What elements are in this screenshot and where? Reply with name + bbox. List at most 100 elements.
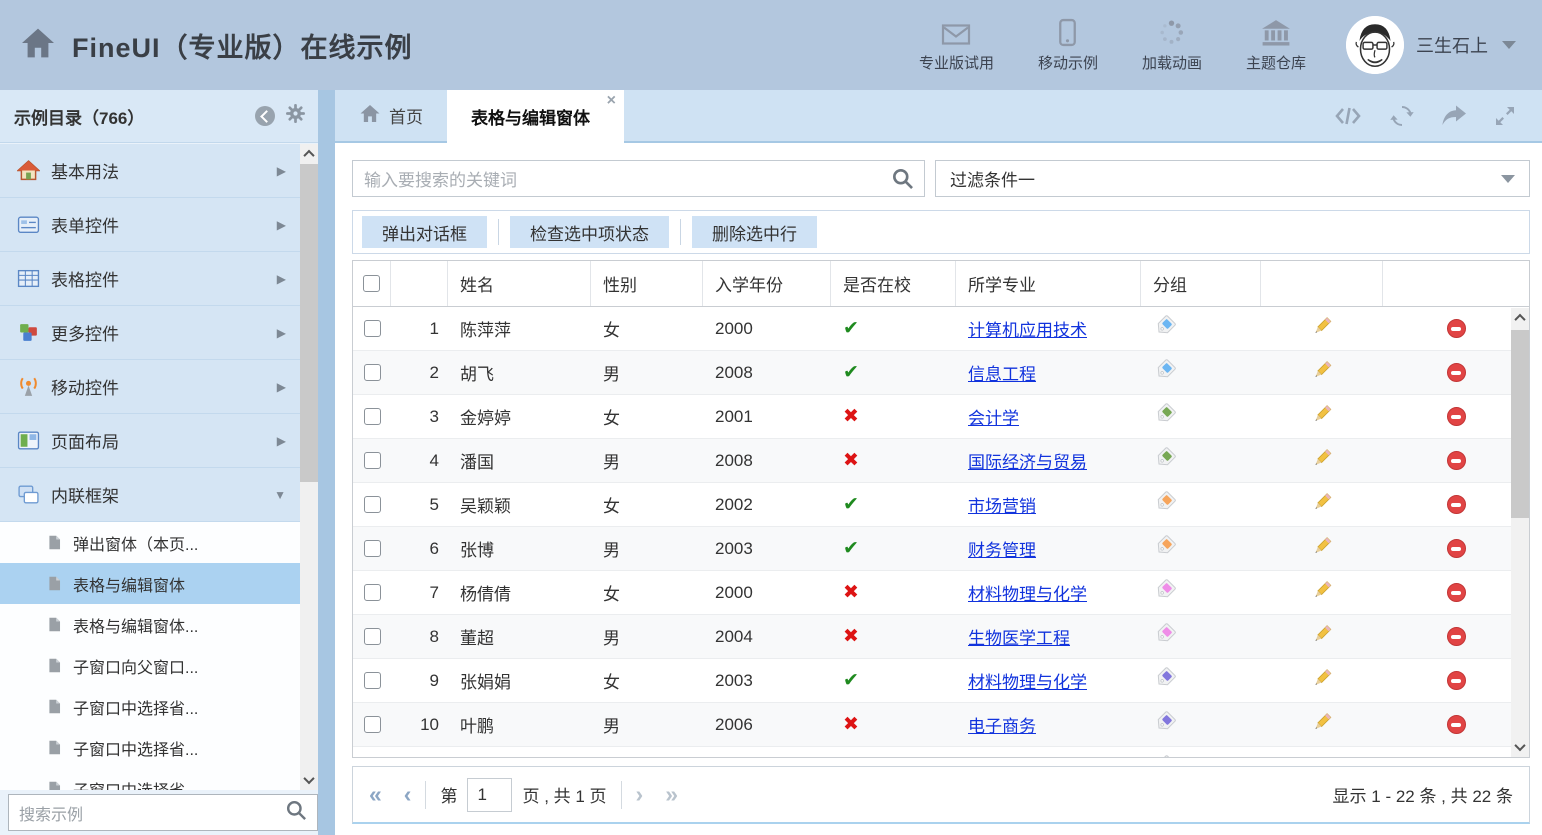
delete-icon[interactable] bbox=[1447, 319, 1466, 338]
tab-table-edit-window[interactable]: 表格与编辑窗体 × bbox=[447, 90, 624, 143]
sidebar-subitem[interactable]: 子窗口中选择省... bbox=[0, 686, 300, 727]
source-code-icon[interactable] bbox=[1334, 106, 1362, 126]
sidebar-subitem[interactable]: 表格与编辑窗体 bbox=[0, 563, 300, 604]
cell-name: 叶鹏 bbox=[448, 703, 591, 746]
sidebar-item[interactable]: 表单控件 ▶ bbox=[0, 198, 300, 252]
sidebar-item[interactable]: 更多控件 ▶ bbox=[0, 306, 300, 360]
major-link[interactable]: 材料物理与化学 bbox=[968, 668, 1087, 693]
keyword-search-input[interactable]: 输入要搜索的关键词 bbox=[352, 160, 925, 197]
file-icon bbox=[46, 616, 64, 634]
sidebar-item[interactable]: 移动控件 ▶ bbox=[0, 360, 300, 414]
share-icon[interactable] bbox=[1442, 105, 1466, 126]
delete-icon[interactable] bbox=[1447, 407, 1466, 426]
major-link[interactable]: 国际经济与贸易 bbox=[968, 448, 1087, 473]
scroll-up-icon[interactable] bbox=[300, 144, 318, 164]
close-tab-icon[interactable]: × bbox=[607, 93, 616, 109]
expand-icon[interactable] bbox=[1494, 105, 1516, 127]
delete-icon[interactable] bbox=[1447, 363, 1466, 382]
sidebar-item[interactable]: 内联框架 ▼ bbox=[0, 468, 300, 522]
row-checkbox[interactable] bbox=[364, 716, 381, 733]
row-checkbox[interactable] bbox=[364, 364, 381, 381]
row-checkbox[interactable] bbox=[364, 408, 381, 425]
toolbar-button-2[interactable]: 检查选中项状态 bbox=[510, 216, 669, 248]
delete-icon[interactable] bbox=[1447, 451, 1466, 470]
sidebar-subitem[interactable]: 弹出窗体（本页... bbox=[0, 522, 300, 563]
search-icon[interactable] bbox=[285, 799, 307, 826]
cell-gender: 男 bbox=[591, 527, 703, 570]
cell-name: 张博 bbox=[448, 527, 591, 570]
edit-icon[interactable] bbox=[1311, 359, 1333, 386]
header-nav-item[interactable]: 移动示例 bbox=[1038, 17, 1098, 73]
sidebar-scrollbar[interactable] bbox=[300, 144, 318, 790]
row-checkbox[interactable] bbox=[364, 672, 381, 689]
edit-icon[interactable] bbox=[1311, 711, 1333, 738]
app-home-icon[interactable] bbox=[20, 27, 56, 64]
edit-icon[interactable] bbox=[1311, 403, 1333, 430]
row-checkbox[interactable] bbox=[364, 584, 381, 601]
delete-icon[interactable] bbox=[1447, 495, 1466, 514]
sidebar-subitem[interactable]: 子窗口中选择省 bbox=[0, 768, 300, 790]
header-nav-item[interactable]: 加载动画 bbox=[1142, 17, 1202, 73]
scroll-up-icon[interactable] bbox=[1511, 308, 1529, 328]
scroll-down-icon[interactable] bbox=[1511, 737, 1529, 757]
edit-icon[interactable] bbox=[1311, 535, 1333, 562]
prev-page-button[interactable]: ‹ bbox=[404, 783, 412, 806]
major-link[interactable]: 管理学 bbox=[968, 756, 1019, 758]
delete-icon[interactable] bbox=[1447, 715, 1466, 734]
user-menu[interactable]: 三生石上 bbox=[1346, 16, 1516, 74]
delete-icon[interactable] bbox=[1447, 539, 1466, 558]
filter-dropdown[interactable]: 过滤条件一 bbox=[935, 160, 1530, 197]
table-scrollbar[interactable] bbox=[1511, 308, 1529, 757]
row-checkbox[interactable] bbox=[364, 540, 381, 557]
major-link[interactable]: 财务管理 bbox=[968, 536, 1036, 561]
sidebar-subitem[interactable]: 子窗口中选择省... bbox=[0, 727, 300, 768]
search-icon[interactable] bbox=[891, 167, 914, 190]
next-page-button[interactable]: › bbox=[636, 783, 644, 806]
toolbar-button-1[interactable]: 弹出对话框 bbox=[362, 216, 487, 248]
row-checkbox[interactable] bbox=[364, 320, 381, 337]
edit-icon[interactable] bbox=[1311, 491, 1333, 518]
major-link[interactable]: 生物医学工程 bbox=[968, 624, 1070, 649]
edit-icon[interactable] bbox=[1311, 579, 1333, 606]
last-page-button[interactable]: » bbox=[665, 783, 678, 806]
tag-icon bbox=[1153, 666, 1177, 695]
row-number: 7 bbox=[391, 571, 448, 614]
major-link[interactable]: 市场营销 bbox=[968, 492, 1036, 517]
page-input[interactable] bbox=[467, 778, 512, 812]
refresh-icon[interactable] bbox=[1390, 104, 1414, 128]
row-checkbox[interactable] bbox=[364, 452, 381, 469]
major-link[interactable]: 会计学 bbox=[968, 404, 1019, 429]
header-nav-item[interactable]: 专业版试用 bbox=[919, 17, 994, 73]
edit-icon[interactable] bbox=[1311, 447, 1333, 474]
select-all-checkbox[interactable] bbox=[363, 275, 380, 292]
first-page-button[interactable]: « bbox=[369, 783, 382, 806]
scrollbar-thumb[interactable] bbox=[1511, 330, 1529, 518]
gear-icon[interactable] bbox=[285, 103, 306, 129]
row-checkbox[interactable] bbox=[364, 628, 381, 645]
scrollbar-thumb[interactable] bbox=[300, 164, 318, 482]
row-checkbox[interactable] bbox=[364, 496, 381, 513]
scroll-down-icon[interactable] bbox=[300, 770, 318, 790]
sidebar-search-input[interactable]: 搜索示例 bbox=[8, 794, 318, 831]
collapse-sidebar-icon[interactable] bbox=[255, 106, 275, 126]
delete-icon[interactable] bbox=[1447, 583, 1466, 602]
toolbar-button-3[interactable]: 删除选中行 bbox=[692, 216, 817, 248]
edit-icon[interactable] bbox=[1311, 623, 1333, 650]
delete-icon[interactable] bbox=[1447, 671, 1466, 690]
major-link[interactable]: 电子商务 bbox=[968, 712, 1036, 737]
edit-icon[interactable] bbox=[1311, 667, 1333, 694]
sidebar-item[interactable]: 基本用法 ▶ bbox=[0, 144, 300, 198]
delete-icon[interactable] bbox=[1447, 627, 1466, 646]
major-link[interactable]: 信息工程 bbox=[968, 360, 1036, 385]
sidebar-item[interactable]: 页面布局 ▶ bbox=[0, 414, 300, 468]
avatar[interactable] bbox=[1346, 16, 1404, 74]
sidebar-subitem[interactable]: 表格与编辑窗体... bbox=[0, 604, 300, 645]
edit-icon[interactable] bbox=[1311, 755, 1333, 758]
major-link[interactable]: 计算机应用技术 bbox=[968, 316, 1087, 341]
sidebar-item[interactable]: 表格控件 ▶ bbox=[0, 252, 300, 306]
edit-icon[interactable] bbox=[1311, 315, 1333, 342]
sidebar-subitem[interactable]: 子窗口向父窗口... bbox=[0, 645, 300, 686]
header-nav-item[interactable]: 主题仓库 bbox=[1246, 17, 1306, 73]
major-link[interactable]: 材料物理与化学 bbox=[968, 580, 1087, 605]
tab-home[interactable]: 首页 bbox=[335, 90, 447, 141]
